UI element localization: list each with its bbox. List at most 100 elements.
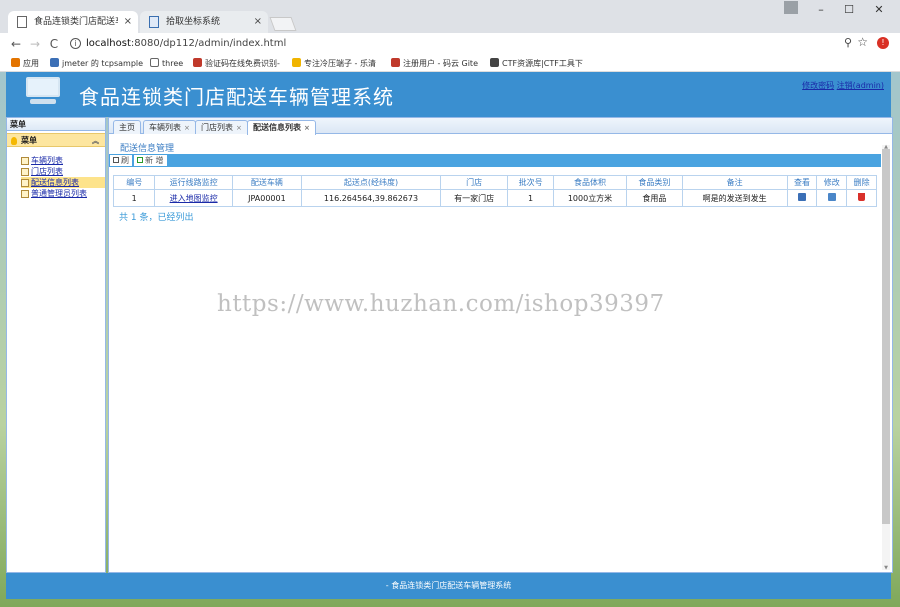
header-links: 修改密码 注销(admin) <box>802 80 884 91</box>
info-icon[interactable]: i <box>70 38 81 49</box>
watermark: https://www.huzhan.com/ishop39397 <box>217 291 665 317</box>
bookmark-three[interactable]: three <box>150 57 183 71</box>
change-password-link[interactable]: 修改密码 <box>802 81 834 90</box>
tab-vehicles[interactable]: 车辆列表 × <box>143 120 196 134</box>
tab-strip: 食品连锁类门店配送车辆 × 拾取坐标系统 × – ☐ ✕ <box>0 0 900 33</box>
page-favicon-icon <box>17 16 27 28</box>
column-header: 起送点(经纬度) <box>301 175 441 190</box>
scroll-down-icon[interactable]: ▼ <box>882 566 890 571</box>
column-header: 备注 <box>681 175 788 190</box>
bookmark-star-icon[interactable]: ☆ <box>857 35 868 49</box>
bookmark-terminal[interactable]: 专注冷压端子 - 乐清 <box>292 57 376 71</box>
cell-edit <box>816 189 848 207</box>
bookmark-apps[interactable]: 应用 <box>11 57 39 71</box>
view-icon[interactable] <box>798 193 807 201</box>
bookmarks-bar: 应用 jmeter 的 tcpsample three 验证码在线免费识别- 专… <box>0 55 900 72</box>
page-icon <box>21 190 29 198</box>
sidebar-item-admins[interactable]: 普通管理员列表 <box>21 188 105 199</box>
page-icon <box>21 168 29 176</box>
new-tab-button[interactable] <box>269 17 297 31</box>
scroll-thumb[interactable] <box>882 149 890 524</box>
bookmark-gitee[interactable]: 注册用户 - 码云 Gite <box>391 57 478 71</box>
gitee-icon <box>391 58 400 67</box>
tab-delivery[interactable]: 配送信息列表 × <box>247 120 316 135</box>
bookmark-jmeter[interactable]: jmeter 的 tcpsample <box>50 57 143 71</box>
cell-route-monitor: 进入地图监控 <box>154 189 233 207</box>
browser-chrome: 食品连锁类门店配送车辆 × 拾取坐标系统 × – ☐ ✕ ← → C i loc… <box>0 0 900 72</box>
bookmark-captcha[interactable]: 验证码在线免费识别- <box>193 57 280 71</box>
menu-list: 车辆列表 门店列表 配送信息列表 普通管理员列表 <box>7 147 105 199</box>
column-header: 删除 <box>846 175 877 190</box>
reload-button[interactable]: C <box>46 35 62 53</box>
refresh-button[interactable]: 刷 <box>110 155 132 166</box>
zoom-icon[interactable]: ⚲ <box>844 36 852 49</box>
main-content: 主页 车辆列表 × 门店列表 × 配送信息列表 × 配送信息管理 刷 新 增 编号 运… <box>108 117 893 573</box>
cell-remark: 啊是的发送到发生 <box>681 189 788 207</box>
cell-volume: 1000立方米 <box>552 189 628 207</box>
tab-close-icon[interactable]: × <box>236 124 242 132</box>
apps-grid-icon <box>11 58 20 67</box>
add-icon <box>137 157 143 163</box>
column-header: 编号 <box>112 175 156 190</box>
computer-logo-icon <box>24 77 62 105</box>
tab-close-icon[interactable]: × <box>254 11 262 33</box>
column-header: 食品体积 <box>552 175 628 190</box>
cell-start-point: 116.264564,39.862673 <box>301 189 441 207</box>
forward-button[interactable]: → <box>27 35 43 53</box>
sidebar-item-stores[interactable]: 门店列表 <box>21 166 105 177</box>
bookmark-ctf[interactable]: CTF资源库|CTF工具下 <box>490 57 583 71</box>
bulb-icon <box>11 137 17 145</box>
delivery-table: 编号 运行线路监控 配送车辆 起送点(经纬度) 门店 批次号 食品体积 食品类别… <box>112 175 877 207</box>
person-icon <box>490 58 499 67</box>
profile-icon[interactable] <box>784 1 798 14</box>
collapse-icon[interactable]: ︽ <box>92 134 99 148</box>
column-header: 配送车辆 <box>231 175 303 190</box>
tab-stores[interactable]: 门店列表 × <box>195 120 248 134</box>
back-button[interactable]: ← <box>8 35 24 53</box>
app-title: 食品连锁类门店配送车辆管理系统 <box>79 85 394 109</box>
column-header: 门店 <box>439 175 509 190</box>
cell-view <box>786 189 818 207</box>
browser-tab-title: 拾取坐标系统 <box>166 17 221 27</box>
maximize-button[interactable]: ☐ <box>834 0 864 20</box>
add-button[interactable]: 新 增 <box>134 155 167 166</box>
extension-icon[interactable]: ! <box>877 37 889 49</box>
refresh-icon <box>113 157 119 163</box>
cell-batch: 1 <box>507 189 554 207</box>
table-header-row: 编号 运行线路监控 配送车辆 起送点(经纬度) 门店 批次号 食品体积 食品类别… <box>112 175 877 190</box>
column-header: 查看 <box>786 175 818 190</box>
table-row: 1 进入地图监控 JPA00001 116.264564,39.862673 有… <box>112 189 877 207</box>
tab-close-icon[interactable]: × <box>124 11 132 33</box>
minimize-button[interactable]: – <box>806 0 836 20</box>
sidebar-item-delivery[interactable]: 配送信息列表 <box>21 177 105 188</box>
column-header: 运行线路监控 <box>154 175 233 190</box>
url-text[interactable]: localhost:8080/dp112/admin/index.html <box>86 35 286 53</box>
vertical-scrollbar[interactable]: ▲ ▼ <box>882 145 890 571</box>
column-header: 食品类别 <box>626 175 683 190</box>
content-tabs: 主页 车辆列表 × 门店列表 × 配送信息列表 × <box>109 118 892 135</box>
page-icon <box>150 58 159 67</box>
bookmark-site-icon <box>193 58 202 67</box>
menu-accordion-header[interactable]: 菜单 ︽ <box>7 133 105 147</box>
address-bar[interactable]: i localhost:8080/dp112/admin/index.html … <box>64 35 874 53</box>
trash-icon[interactable] <box>858 193 866 201</box>
cell-store: 有一家门店 <box>439 189 509 207</box>
cell-category: 食用品 <box>626 189 683 207</box>
page-favicon-icon <box>149 16 159 28</box>
cell-vehicle: JPA00001 <box>231 189 303 207</box>
close-window-button[interactable]: ✕ <box>864 0 894 20</box>
app-header: 食品连锁类门店配送车辆管理系统 修改密码 注销(admin) <box>6 72 891 117</box>
edit-icon[interactable] <box>827 193 836 201</box>
column-header: 批次号 <box>507 175 554 190</box>
column-header: 修改 <box>816 175 848 190</box>
panel-toolbar: 刷 新 增 <box>109 154 881 167</box>
map-monitor-link[interactable]: 进入地图监控 <box>170 194 218 203</box>
tab-close-icon[interactable]: × <box>184 124 190 132</box>
browser-tab-active[interactable]: 食品连锁类门店配送车辆 × <box>8 11 138 33</box>
tab-home[interactable]: 主页 <box>113 120 141 134</box>
bookmark-site-icon <box>292 58 301 67</box>
browser-tab-inactive[interactable]: 拾取坐标系统 × <box>140 11 268 33</box>
tab-close-icon[interactable]: × <box>304 124 310 132</box>
logout-link[interactable]: 注销(admin) <box>837 81 884 90</box>
sidebar-item-vehicles[interactable]: 车辆列表 <box>21 155 105 166</box>
